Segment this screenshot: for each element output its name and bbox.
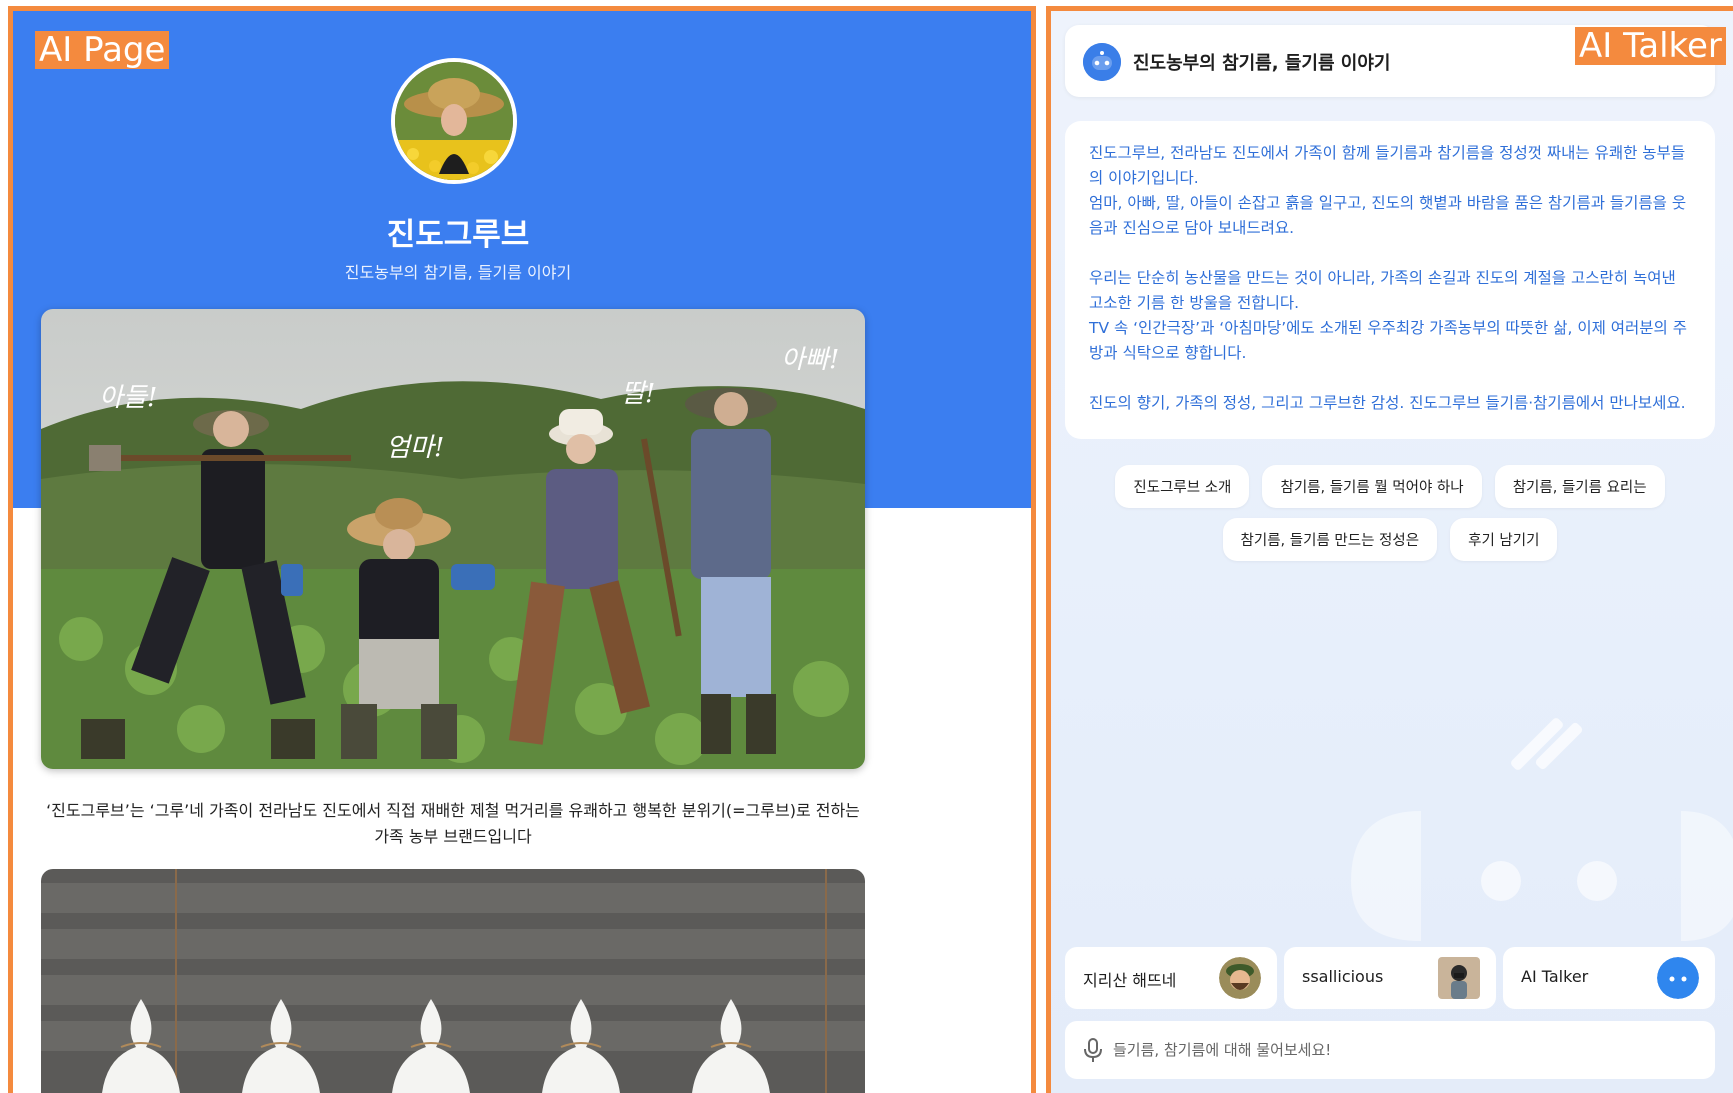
chat-title: 진도농부의 참기름, 들기름 이야기 [1133,53,1391,74]
chip-intro[interactable]: 진도그루브 소개 [1115,465,1250,508]
ai-page-panel: AI Page 진도그루브 진도농부의 참기름, 들기름 이야기 아들! 엄마!… [8,6,1036,1093]
chip-review[interactable]: 후기 남기기 [1450,518,1558,561]
ai-talker-annotation-label: AI Talker [1575,27,1726,65]
brand-name: 진도그루브 [386,217,530,253]
message-line: 진도의 향기, 가족의 정성, 그리고 그루브한 감성. 진도그루브 들기름·참… [1089,394,1686,412]
ai-talker-panel: 진도농부의 참기름, 들기름 이야기 AI Talker 진도그루브, 전라남도… [1046,6,1733,1093]
ai-talker-robot-icon [1083,43,1121,81]
photo-label-mom: 엄마! [386,433,445,463]
oil-bottles-photo [41,869,865,1093]
brand-caption: ‘진도그루브’는 ‘그루’네 가족이 전라남도 진도에서 직접 재배한 제철 먹… [46,801,860,846]
chat-input[interactable] [1113,1033,1693,1067]
decorative-slash-icon [1511,718,1583,770]
photo-label-son: 아들! [99,383,158,413]
brand-subtitle: 진도농부의 참기름, 들기름 이야기 [344,263,572,282]
bot-card-ai-talker[interactable]: AI Talker [1503,947,1715,1009]
profile-avatar [391,58,517,184]
message-line: 진도그루브, 전라남도 진도에서 가족이 함께 들기름과 참기름을 정성껏 짜내… [1089,144,1686,187]
decorative-robot-face-icon [1351,811,1733,941]
bot-message-bubble: 진도그루브, 전라남도 진도에서 가족이 함께 들기름과 참기름을 정성껏 짜내… [1065,121,1715,439]
ai-page-annotation-label: AI Page [35,31,170,69]
screenshot-root: AI Page 진도그루브 진도농부의 참기름, 들기름 이야기 아들! 엄마!… [0,0,1733,1093]
avatar-woman-photo-icon [1438,957,1480,999]
chip-craft[interactable]: 참기름, 들기름 만드는 정성은 [1222,518,1438,561]
message-line: 우리는 단순히 농산물을 만드는 것이 아니라, 가족의 손길과 진도의 계절을… [1089,269,1676,312]
bot-name: AI Talker [1521,967,1589,986]
chat-input-bar [1065,1021,1715,1079]
family-farmers-photo: 아들! 엄마! 딸! 아빠! [41,309,865,769]
suggestion-chips: 진도그루브 소개 참기름, 들기름 뭘 먹어야 하나 참기름, 들기름 요리는 … [1065,465,1715,571]
bot-card-jirisan[interactable]: 지리산 해뜨네 [1065,947,1277,1009]
message-line: 엄마, 아빠, 딸, 아들이 손잡고 흙을 일구고, 진도의 햇볕과 바람을 품… [1089,194,1687,237]
bot-selector: 지리산 해뜨네 ssallicious AI Talker [1065,947,1715,1009]
farmer-portrait-icon [395,62,513,180]
family-photo-illustration [41,309,865,769]
microphone-icon[interactable] [1081,1037,1105,1063]
chip-which-oil[interactable]: 참기름, 들기름 뭘 먹어야 하나 [1262,465,1482,508]
wrapped-bottles-illustration [41,869,865,1093]
chip-recipes[interactable]: 참기름, 들기름 요리는 [1494,465,1665,508]
bot-name: 지리산 해뜨네 [1083,971,1177,990]
message-line: TV 속 ‘인간극장’과 ‘아침마당’에도 소개된 우주최강 가족농부의 따뜻한… [1089,319,1688,362]
bot-card-ssallicious[interactable]: ssallicious [1284,947,1496,1009]
bot-name: ssallicious [1302,967,1384,986]
photo-label-dad: 아빠! [781,345,840,375]
avatar-bearded-man-icon [1219,957,1261,999]
ai-talker-robot-icon [1657,957,1699,999]
photo-label-daughter: 딸! [621,379,656,409]
